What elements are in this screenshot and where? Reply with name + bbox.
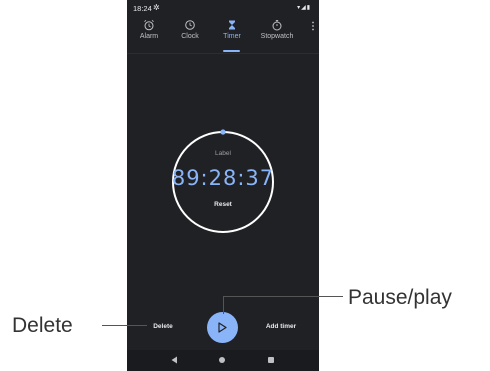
header-divider xyxy=(127,53,319,54)
play-icon xyxy=(218,322,227,333)
stopwatch-icon xyxy=(255,18,299,32)
timer-remaining: 89:28:37 xyxy=(171,166,275,190)
tab-label: Stopwatch xyxy=(260,33,294,40)
add-timer-button[interactable]: Add timer xyxy=(257,323,305,330)
tab-label: Alarm xyxy=(139,33,159,40)
pause-play-button[interactable] xyxy=(207,312,238,343)
clock-icon xyxy=(168,18,212,32)
timer-label[interactable]: Label xyxy=(127,150,319,157)
callout-play-text: Pause/play xyxy=(348,286,452,309)
more-vert-icon[interactable] xyxy=(310,20,316,32)
home-icon[interactable] xyxy=(219,357,225,363)
callout-play-line xyxy=(223,296,343,297)
settings-gear-icon: ✲ xyxy=(153,3,160,12)
callout-delete-line xyxy=(102,325,147,326)
phone-screen: 18:24 ✲ ▾◢▮ Alarm Clock Timer Stopwatch … xyxy=(127,0,319,371)
reset-button[interactable]: Reset xyxy=(203,201,243,208)
delete-button[interactable]: Delete xyxy=(146,323,180,330)
active-tab-indicator xyxy=(223,50,240,52)
hourglass-icon xyxy=(210,18,254,32)
alarm-icon xyxy=(127,18,171,32)
tab-clock[interactable]: Clock xyxy=(168,18,212,40)
tab-alarm[interactable]: Alarm xyxy=(127,18,171,40)
signal-battery-icon: ▾◢▮ xyxy=(297,5,311,11)
tab-bar: Alarm Clock Timer Stopwatch xyxy=(127,16,319,52)
tab-label: Timer xyxy=(223,33,241,40)
status-time: 18:24 xyxy=(133,4,152,13)
tab-stopwatch[interactable]: Stopwatch xyxy=(255,18,299,40)
callout-delete-text: Delete xyxy=(12,314,73,337)
callout-play-vertical xyxy=(223,296,224,314)
tab-timer[interactable]: Timer xyxy=(210,18,254,40)
recents-icon[interactable] xyxy=(268,357,274,363)
navigation-bar xyxy=(127,350,319,371)
back-icon[interactable] xyxy=(171,356,178,364)
tab-label: Clock xyxy=(181,33,199,40)
progress-handle xyxy=(220,129,226,135)
status-bar: 18:24 ✲ ▾◢▮ xyxy=(127,0,319,16)
